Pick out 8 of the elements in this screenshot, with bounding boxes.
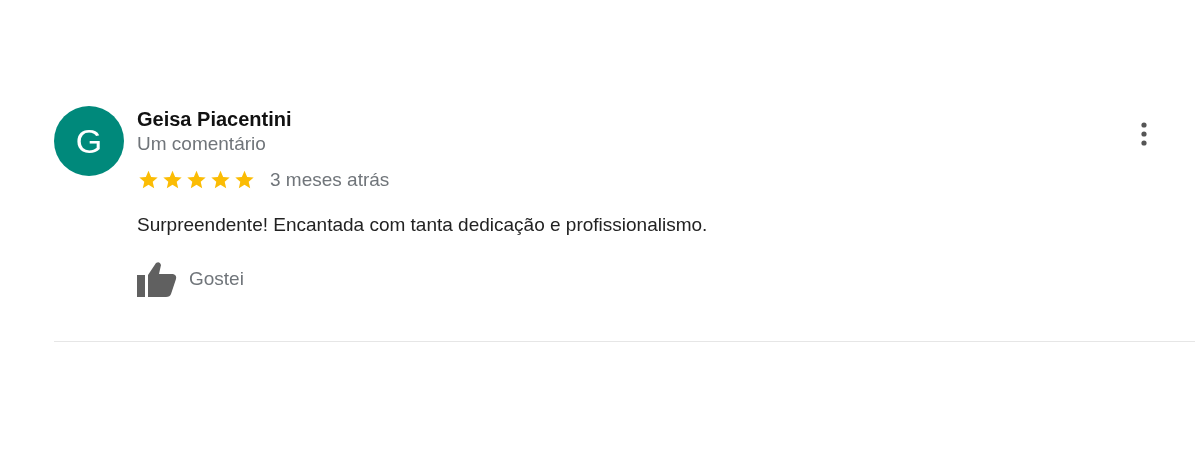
more-options-icon[interactable] xyxy=(1141,122,1147,146)
review-text: Surpreendente! Encantada com tanta dedicação e profissionalismo. xyxy=(137,212,709,237)
author-name[interactable]: Geisa Piacentini xyxy=(137,106,292,132)
thumbs-up-icon xyxy=(137,261,177,297)
like-button[interactable]: Gostei xyxy=(137,261,244,297)
review-count: Um comentário xyxy=(137,132,267,156)
review-date: 3 meses atrás xyxy=(270,168,390,192)
avatar: G xyxy=(54,106,124,176)
